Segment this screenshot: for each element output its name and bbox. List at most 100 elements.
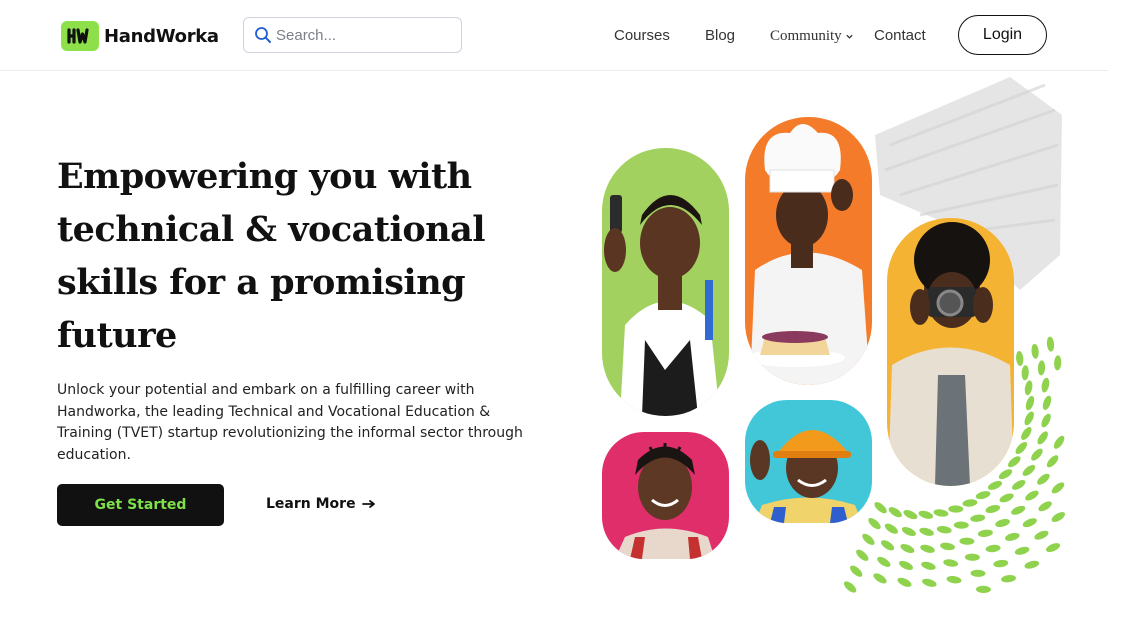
dot-mark	[868, 517, 881, 530]
dot-mark	[1046, 336, 1055, 352]
dot-mark	[948, 505, 964, 513]
hero-title: Empowering you with technical & vocation…	[57, 156, 486, 356]
dot-mark	[943, 559, 959, 567]
dot-mark	[985, 544, 1001, 553]
dot-mark	[1025, 490, 1039, 501]
dot-mark	[1034, 530, 1049, 540]
dot-mark	[897, 577, 912, 587]
search-icon	[255, 27, 271, 43]
photo-construction-worker	[745, 400, 872, 523]
dot-mark	[919, 527, 934, 536]
chevron-down-icon	[846, 34, 853, 39]
dot-mark	[976, 585, 991, 594]
dot-mark	[899, 560, 913, 570]
dot-mark	[946, 575, 962, 584]
dot-mark	[999, 493, 1014, 503]
dot-mark	[874, 502, 887, 514]
photo-photographer	[887, 218, 1014, 486]
dot-mark	[995, 519, 1010, 527]
dot-mark	[1051, 512, 1065, 522]
learn-more-link[interactable]: Learn More	[266, 496, 376, 512]
dot-mark	[977, 529, 993, 537]
dot-mark	[1041, 413, 1051, 428]
photo-chef	[745, 117, 872, 385]
dot-mark	[1022, 518, 1037, 528]
dot-mark	[921, 561, 936, 570]
nav-blog[interactable]: Blog	[705, 27, 735, 44]
logo-mark-icon	[61, 21, 99, 51]
dot-mark	[1011, 505, 1026, 515]
dot-mark	[933, 509, 949, 517]
dot-mark	[1024, 560, 1040, 569]
dot-mark	[1012, 479, 1026, 490]
dot-mark	[1041, 377, 1050, 393]
dot-mark	[985, 505, 1001, 513]
dot-mark	[873, 573, 887, 584]
dot-mark	[856, 549, 869, 561]
photo-barber	[602, 148, 729, 416]
dot-mark	[964, 553, 980, 561]
dot-mark	[1051, 482, 1065, 494]
dot-mark	[959, 537, 975, 545]
dot-mark	[918, 510, 934, 519]
nav-courses[interactable]: Courses	[614, 27, 670, 44]
dot-mark	[888, 507, 902, 518]
nav-community-label: Community	[770, 28, 842, 44]
dot-mark	[1008, 456, 1021, 468]
dot-mark	[970, 514, 986, 522]
dot-mark	[884, 523, 898, 534]
photo-woman-smiling	[602, 432, 729, 559]
dot-mark	[953, 521, 969, 529]
dot-mark	[1014, 546, 1030, 555]
dot-mark	[1031, 343, 1039, 359]
dot-mark	[1046, 455, 1059, 468]
dot-mark	[1037, 431, 1048, 445]
dot-mark	[998, 469, 1013, 480]
dot-mark	[1053, 435, 1065, 449]
dot-mark	[940, 542, 955, 551]
dot-mark	[1031, 448, 1043, 461]
dot-mark	[1016, 351, 1024, 366]
hero-collage	[602, 77, 1065, 594]
dot-mark	[1038, 501, 1052, 512]
dot-mark	[1037, 360, 1046, 376]
login-button[interactable]: Login	[958, 15, 1047, 55]
dot-mark	[975, 491, 991, 500]
dot-mark	[922, 578, 937, 587]
dot-mark	[1021, 365, 1029, 381]
dot-mark	[987, 480, 1003, 490]
nav-contact[interactable]: Contact	[874, 27, 926, 44]
dot-mark	[903, 510, 918, 520]
dot-mark	[920, 544, 935, 553]
dot-mark	[1024, 380, 1033, 396]
brand-logo[interactable]: HandWorka	[61, 21, 219, 51]
site-header: HandWorka Courses Blog Community Contact…	[0, 0, 1108, 71]
dot-mark	[881, 540, 895, 551]
search-input[interactable]	[276, 26, 446, 44]
nav-community[interactable]: Community	[770, 28, 854, 45]
dot-mark	[1042, 395, 1052, 410]
dot-mark	[1015, 441, 1028, 455]
dot-mark	[1025, 395, 1035, 411]
dot-mark	[1022, 464, 1036, 476]
dot-mark	[1037, 473, 1050, 485]
dot-mark	[901, 526, 916, 537]
dot-mark	[1024, 411, 1034, 426]
arrow-right-icon	[361, 500, 375, 508]
brand-name: HandWorka	[104, 25, 219, 47]
dot-mark	[1054, 355, 1062, 371]
dot-mark	[1021, 427, 1032, 440]
dot-mark	[1004, 532, 1020, 541]
dot-mark	[993, 559, 1009, 568]
dot-mark	[900, 543, 915, 554]
learn-more-label: Learn More	[266, 496, 356, 512]
dot-mark	[862, 533, 875, 546]
hero-description: Unlock your potential and embark on a fu…	[57, 382, 523, 463]
dot-mark	[850, 565, 863, 577]
search-box[interactable]	[243, 17, 462, 53]
dot-mark	[962, 499, 978, 507]
dot-mark	[970, 569, 986, 577]
get-started-button[interactable]: Get Started	[57, 484, 224, 526]
dot-mark	[1045, 543, 1061, 553]
dot-mark	[843, 581, 857, 593]
